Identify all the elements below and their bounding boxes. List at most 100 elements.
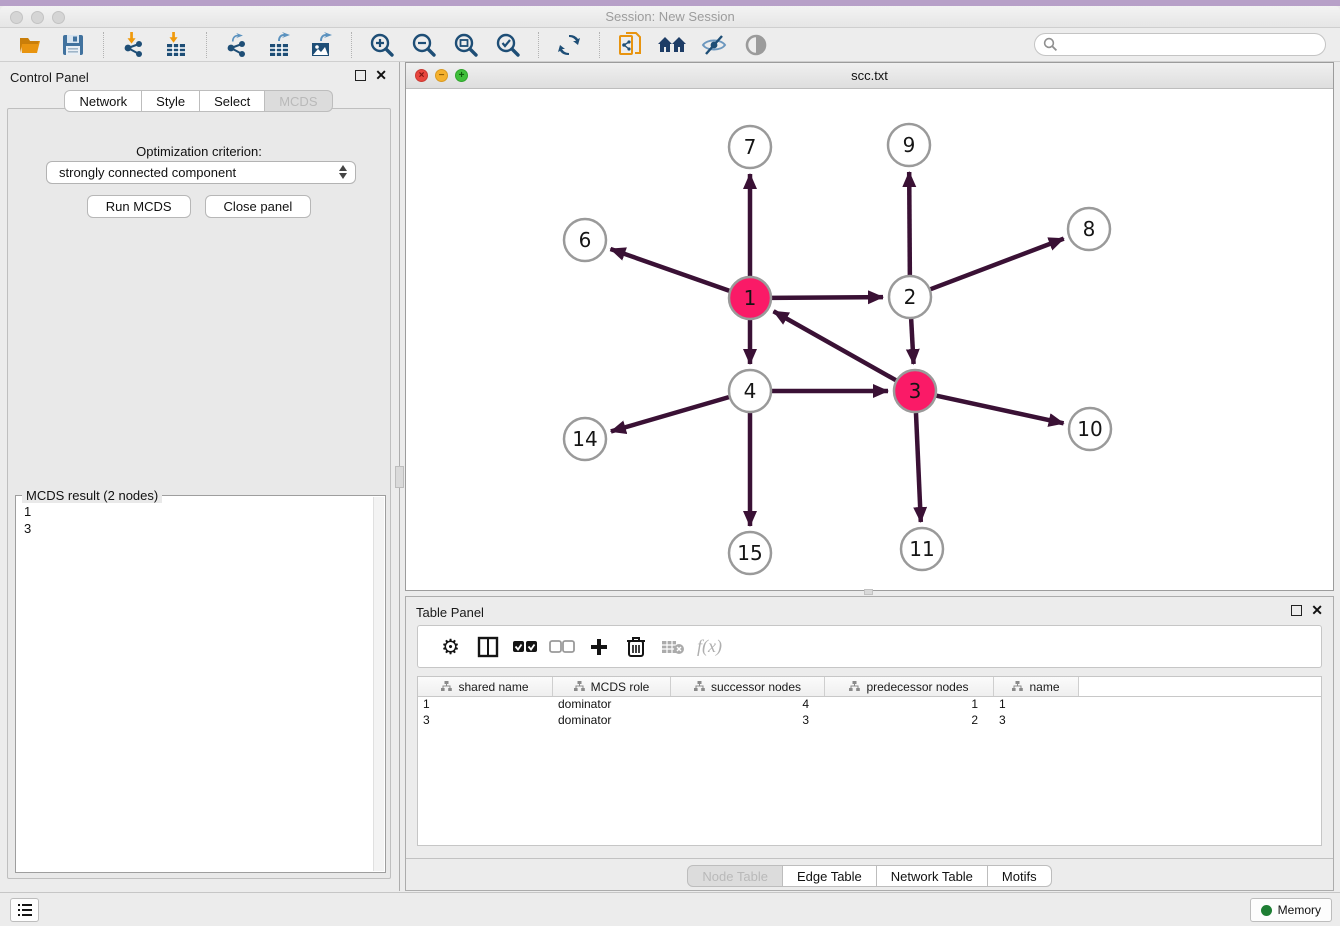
- node-label-10: 10: [1077, 417, 1102, 441]
- vertical-splitter-handle[interactable]: [395, 466, 404, 488]
- control-panel: Control Panel ✕ Network Style Select MCD…: [0, 62, 397, 892]
- function-builder-icon[interactable]: f(x): [691, 632, 728, 662]
- optimization-criterion-label: Optimization criterion:: [8, 144, 390, 159]
- cell-1-4[interactable]: 3: [994, 713, 1079, 729]
- table-toolbar: ⚙ f(x): [417, 625, 1322, 668]
- search-input[interactable]: [1058, 38, 1317, 52]
- cell-0-4[interactable]: 1: [994, 697, 1079, 713]
- tab-edge-table[interactable]: Edge Table: [783, 865, 877, 887]
- cell-0-2[interactable]: 4: [671, 697, 825, 713]
- cell-1-3[interactable]: 2: [825, 713, 994, 729]
- criterion-dropdown[interactable]: strongly connected component: [46, 161, 356, 184]
- column-header-predecessor-nodes[interactable]: predecessor nodes: [825, 677, 994, 696]
- node-label-2: 2: [904, 285, 917, 309]
- mcds-result-scrollbar[interactable]: [373, 497, 384, 871]
- close-panel-icon[interactable]: ✕: [375, 69, 387, 82]
- deselect-all-icon[interactable]: [543, 632, 580, 662]
- table-panel: Table Panel ✕ ⚙ f(x) shared nameMCDS rol…: [405, 596, 1334, 891]
- node-label-6: 6: [579, 228, 592, 252]
- edge-2-9[interactable]: [909, 172, 910, 275]
- column-header-shared-name[interactable]: shared name: [418, 677, 553, 696]
- memory-button[interactable]: Memory: [1250, 898, 1332, 922]
- tab-style[interactable]: Style: [142, 90, 200, 112]
- hide-panel-eye-icon[interactable]: [699, 31, 729, 59]
- save-session-icon[interactable]: [58, 31, 88, 59]
- toolbar-separator: [103, 32, 104, 58]
- run-mcds-button[interactable]: Run MCDS: [87, 195, 191, 218]
- table-row[interactable]: 1dominator411: [418, 697, 1321, 713]
- edge-4-14[interactable]: [611, 397, 729, 431]
- tab-motifs[interactable]: Motifs: [988, 865, 1052, 887]
- cell-1-0[interactable]: 3: [418, 713, 553, 729]
- table-row[interactable]: 3dominator323: [418, 713, 1321, 729]
- refresh-icon[interactable]: [554, 31, 584, 59]
- import-network-icon[interactable]: [119, 31, 149, 59]
- column-header-MCDS-role[interactable]: MCDS role: [553, 677, 671, 696]
- edge-3-1[interactable]: [774, 311, 896, 380]
- toolbar-separator: [206, 32, 207, 58]
- network-canvas[interactable]: 7968124314101511: [406, 89, 1333, 590]
- search-icon: [1043, 37, 1058, 52]
- export-image-icon[interactable]: [306, 31, 336, 59]
- mcds-result-box: MCDS result (2 nodes) 1 3: [15, 495, 386, 873]
- control-panel-title: Control Panel: [10, 70, 89, 85]
- select-all-icon[interactable]: [506, 632, 543, 662]
- cell-1-1[interactable]: dominator: [553, 713, 671, 729]
- network-window-titlebar[interactable]: × − + scc.txt: [406, 63, 1333, 89]
- node-table[interactable]: shared nameMCDS rolesuccessor nodesprede…: [417, 676, 1322, 846]
- tab-network[interactable]: Network: [64, 90, 142, 112]
- toolbar-separator: [351, 32, 352, 58]
- edge-1-6[interactable]: [610, 249, 729, 291]
- node-label-8: 8: [1083, 217, 1096, 241]
- app-title: Session: New Session: [0, 9, 1340, 24]
- delete-row-trash-icon[interactable]: [617, 632, 654, 662]
- tab-select[interactable]: Select: [200, 90, 265, 112]
- cell-0-1[interactable]: dominator: [553, 697, 671, 713]
- delete-table-icon[interactable]: [654, 632, 691, 662]
- edge-3-10[interactable]: [936, 396, 1063, 424]
- birdseye-toggle-icon[interactable]: [741, 31, 771, 59]
- close-table-panel-icon[interactable]: ✕: [1311, 604, 1323, 617]
- edge-2-8[interactable]: [931, 239, 1064, 290]
- task-history-button[interactable]: [10, 898, 39, 922]
- horizontal-splitter-handle[interactable]: [864, 589, 873, 595]
- zoom-in-icon[interactable]: [367, 31, 397, 59]
- column-header-successor-nodes[interactable]: successor nodes: [671, 677, 825, 696]
- node-label-1: 1: [744, 286, 757, 310]
- node-label-14: 14: [572, 427, 597, 451]
- clone-network-icon[interactable]: [615, 31, 645, 59]
- import-table-icon[interactable]: [161, 31, 191, 59]
- settings-gear-icon[interactable]: ⚙: [432, 632, 469, 662]
- zoom-out-icon[interactable]: [409, 31, 439, 59]
- edge-3-11[interactable]: [916, 413, 921, 522]
- toolbar-separator: [599, 32, 600, 58]
- cell-0-0[interactable]: 1: [418, 697, 553, 713]
- column-header-name[interactable]: name: [994, 677, 1079, 696]
- criterion-value: strongly connected component: [59, 165, 236, 180]
- tab-node-table[interactable]: Node Table: [687, 865, 783, 887]
- node-label-15: 15: [737, 541, 762, 565]
- tab-mcds[interactable]: MCDS: [265, 90, 332, 112]
- home-icon[interactable]: [657, 31, 687, 59]
- edge-2-3[interactable]: [911, 319, 913, 364]
- node-label-9: 9: [903, 133, 916, 157]
- status-bar: Memory: [0, 892, 1340, 926]
- node-label-7: 7: [744, 135, 757, 159]
- mcds-result-text[interactable]: 1 3: [24, 503, 31, 537]
- column-layout-icon[interactable]: [469, 632, 506, 662]
- close-panel-button[interactable]: Close panel: [205, 195, 312, 218]
- column-type-icon: [849, 681, 860, 692]
- float-panel-icon[interactable]: [355, 70, 366, 81]
- tab-network-table[interactable]: Network Table: [877, 865, 988, 887]
- float-table-panel-icon[interactable]: [1291, 605, 1302, 616]
- export-network-icon[interactable]: [222, 31, 252, 59]
- export-table-icon[interactable]: [264, 31, 294, 59]
- edge-1-2[interactable]: [772, 297, 883, 298]
- cell-1-2[interactable]: 3: [671, 713, 825, 729]
- zoom-fit-icon[interactable]: [451, 31, 481, 59]
- zoom-selected-icon[interactable]: [493, 31, 523, 59]
- open-file-icon[interactable]: [16, 31, 46, 59]
- search-box[interactable]: [1034, 33, 1326, 56]
- add-row-icon[interactable]: [580, 632, 617, 662]
- cell-0-3[interactable]: 1: [825, 697, 994, 713]
